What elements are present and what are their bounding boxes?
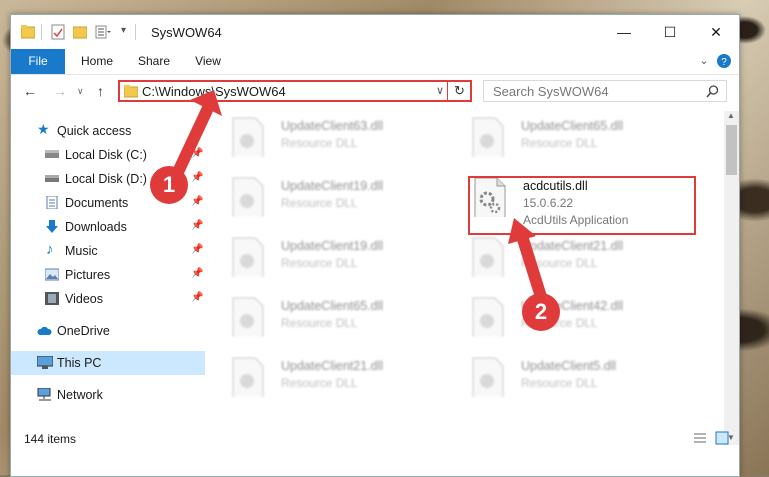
step-1-badge: 1: [150, 166, 188, 204]
arrow-1-shaft: [172, 102, 214, 178]
step-2-badge: 2: [522, 293, 560, 331]
arrow-2-shaft: [516, 230, 548, 306]
annotation-arrows: [172, 90, 548, 306]
